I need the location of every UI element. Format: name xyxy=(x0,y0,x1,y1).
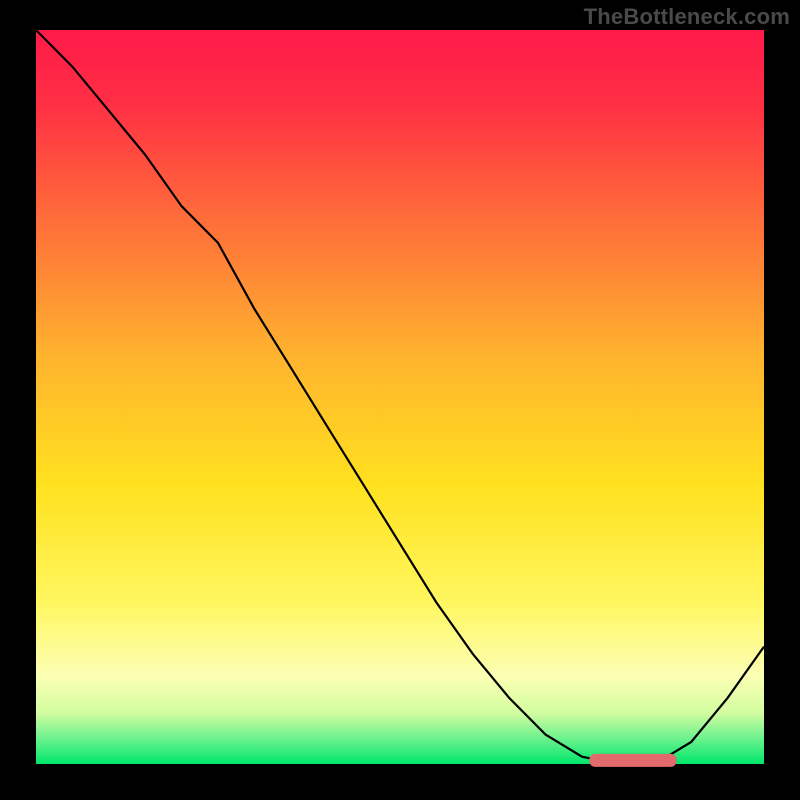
optimal-marker xyxy=(589,754,676,767)
plot-background xyxy=(36,30,764,764)
watermark-text: TheBottleneck.com xyxy=(584,4,790,30)
bottleneck-chart xyxy=(0,0,800,800)
chart-frame: TheBottleneck.com xyxy=(0,0,800,800)
plot-area xyxy=(36,30,764,767)
